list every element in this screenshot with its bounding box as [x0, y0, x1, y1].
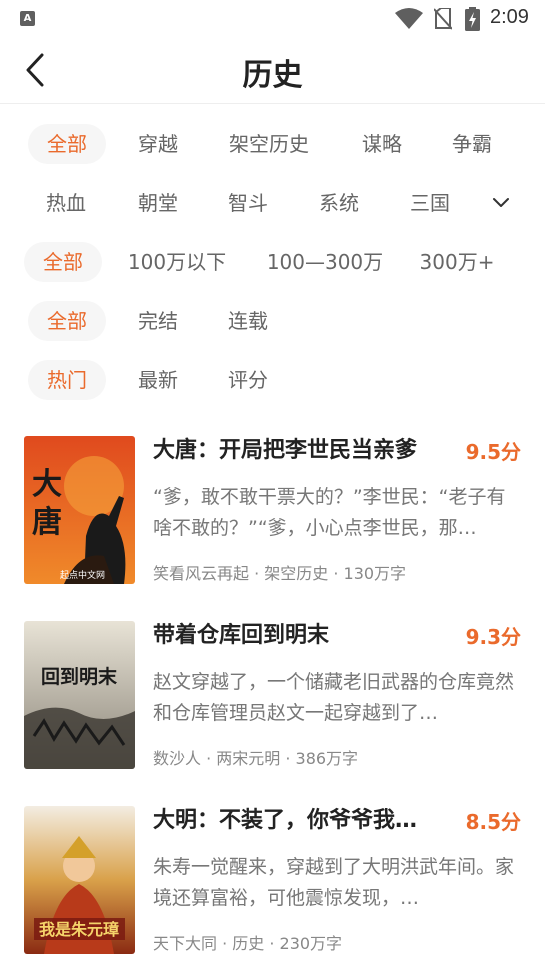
- category-chip[interactable]: 穿越: [122, 124, 194, 164]
- sort-chip[interactable]: 最新: [122, 360, 194, 400]
- book-item[interactable]: 大 唐 起点中文网 大唐：开局把李世民当亲爹 9.5分 “爹，敢不敢干票大的？”…: [0, 436, 545, 586]
- word-count-chip[interactable]: 100万以下: [122, 242, 232, 282]
- category-chip[interactable]: 系统: [303, 183, 375, 223]
- book-meta: 数沙人 · 两宋元明 · 386万字: [153, 749, 359, 768]
- book-score: 8.5分: [465, 810, 521, 834]
- category-chip[interactable]: 争霸: [436, 124, 508, 164]
- header: 历史: [0, 38, 545, 104]
- book-item[interactable]: 回到明末 带着仓库回到明末 9.3分 赵文穿越了，一个储藏老旧武器的仓库竟然和仓…: [0, 621, 545, 771]
- cover-title-line2: 唐: [32, 505, 62, 540]
- book-description: 朱寿一觉醒来，穿越到了大明洪武年间。家境还算富裕，可他震惊发现，…: [153, 856, 515, 909]
- book-description: “爹，敢不敢干票大的？”李世民：“老子有啥不敢的？”“爹，小心点李世民，那…: [153, 486, 506, 539]
- book-score: 9.3分: [465, 625, 521, 649]
- app-notification-icon: A: [20, 11, 35, 26]
- status-chip-all[interactable]: 全部: [28, 301, 106, 341]
- no-sim-icon: [434, 8, 452, 30]
- cover-title-line1: 大: [32, 467, 62, 502]
- book-description: 赵文穿越了，一个储藏老旧武器的仓库竟然和仓库管理员赵文一起穿越到了…: [153, 671, 515, 724]
- category-chip-all[interactable]: 全部: [28, 124, 106, 164]
- status-bar: A 2:09: [0, 0, 545, 38]
- category-chip[interactable]: 三国: [394, 183, 466, 223]
- cover-title: 回到明末: [41, 665, 118, 688]
- category-filter-row-2: 热血 朝堂 智斗 系统 三国: [0, 183, 545, 223]
- book-title: 大明：不装了，你爷爷我…: [153, 808, 418, 833]
- category-chip[interactable]: 热血: [30, 183, 102, 223]
- status-chip[interactable]: 完结: [122, 301, 194, 341]
- chevron-down-icon[interactable]: [490, 192, 512, 214]
- word-count-filter-row: 全部 100万以下 100—300万 300万+: [0, 242, 545, 282]
- category-chip[interactable]: 架空历史: [218, 124, 320, 164]
- book-score: 9.5分: [465, 440, 521, 464]
- book-cover: 回到明末: [24, 621, 135, 769]
- word-count-chip-all[interactable]: 全部: [24, 242, 102, 282]
- status-chip[interactable]: 连载: [212, 301, 284, 341]
- status-time: 2:09: [490, 6, 529, 28]
- category-chip[interactable]: 谋略: [346, 124, 418, 164]
- page-title: 历史: [242, 58, 303, 93]
- word-count-chip[interactable]: 100—300万: [262, 242, 388, 282]
- category-chip[interactable]: 智斗: [212, 183, 284, 223]
- sort-chip[interactable]: 评分: [212, 360, 284, 400]
- book-item[interactable]: 我是朱元璋 大明：不装了，你爷爷我… 8.5分 朱寿一觉醒来，穿越到了大明洪武年…: [0, 806, 545, 956]
- category-chip[interactable]: 朝堂: [122, 183, 194, 223]
- book-meta: 天下大同 · 历史 · 230万字: [153, 934, 343, 953]
- wifi-icon: [395, 8, 423, 29]
- cover-publisher: 起点中文网: [60, 569, 105, 581]
- sort-chip-hot[interactable]: 热门: [28, 360, 106, 400]
- status-filter-row: 全部 完结 连载: [0, 301, 545, 341]
- cover-title: 我是朱元璋: [39, 920, 119, 939]
- category-filter-row: 全部 穿越 架空历史 谋略 争霸: [0, 124, 545, 164]
- book-meta: 笑看风云再起 · 架空历史 · 130万字: [153, 564, 407, 583]
- battery-charging-icon: [465, 7, 480, 31]
- sort-filter-row: 热门 最新 评分: [0, 360, 545, 400]
- word-count-chip[interactable]: 300万+: [414, 242, 500, 282]
- book-title: 带着仓库回到明末: [153, 623, 330, 648]
- book-title: 大唐：开局把李世民当亲爹: [153, 438, 418, 463]
- book-cover: 我是朱元璋: [24, 806, 135, 954]
- book-cover: 大 唐 起点中文网: [24, 436, 135, 584]
